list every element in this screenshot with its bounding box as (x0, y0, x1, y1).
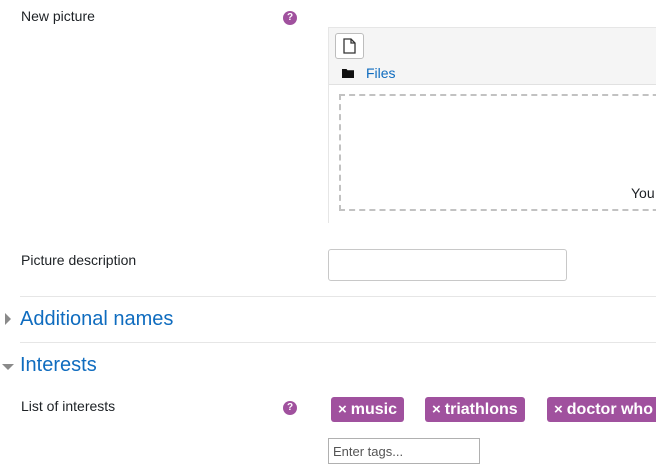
section-interests-title[interactable]: Interests (20, 354, 97, 377)
tag-label: doctor who (566, 401, 653, 418)
remove-tag-icon[interactable]: × (432, 401, 441, 418)
caret-down-icon[interactable] (2, 364, 14, 370)
tag-triathlons[interactable]: × triathlons (425, 397, 525, 422)
section-divider (20, 296, 656, 297)
section-divider (20, 342, 656, 343)
list-of-interests-label: List of interests (21, 398, 116, 414)
filemanager-content: You (329, 85, 656, 223)
remove-tag-icon[interactable]: × (338, 401, 347, 418)
file-dropzone[interactable]: You (339, 94, 656, 211)
enter-tags-input[interactable] (328, 438, 480, 464)
new-picture-label: New picture (21, 8, 95, 24)
help-glyph: ? (286, 402, 294, 413)
add-file-button[interactable] (335, 33, 364, 59)
tag-label: music (350, 401, 398, 418)
picture-description-input[interactable] (328, 249, 567, 281)
tag-doctor-who[interactable]: × doctor who (547, 397, 656, 422)
question-circle-icon[interactable]: ? (283, 11, 297, 25)
files-link[interactable]: Files (366, 65, 396, 81)
remove-tag-icon[interactable]: × (554, 401, 563, 418)
tag-label: triathlons (444, 401, 518, 418)
file-icon (343, 38, 356, 54)
tag-music[interactable]: × music (331, 397, 405, 422)
edit-profile-form: New picture ? Files You Picture descript… (0, 0, 656, 475)
help-glyph: ? (286, 12, 294, 23)
section-additional-names-title[interactable]: Additional names (20, 308, 173, 331)
question-circle-icon[interactable]: ? (283, 401, 297, 415)
caret-right-icon[interactable] (5, 313, 11, 325)
dropzone-text: You (631, 185, 655, 201)
file-manager: Files You (328, 27, 656, 223)
folder-icon (342, 69, 354, 78)
picture-description-label: Picture description (21, 252, 137, 268)
